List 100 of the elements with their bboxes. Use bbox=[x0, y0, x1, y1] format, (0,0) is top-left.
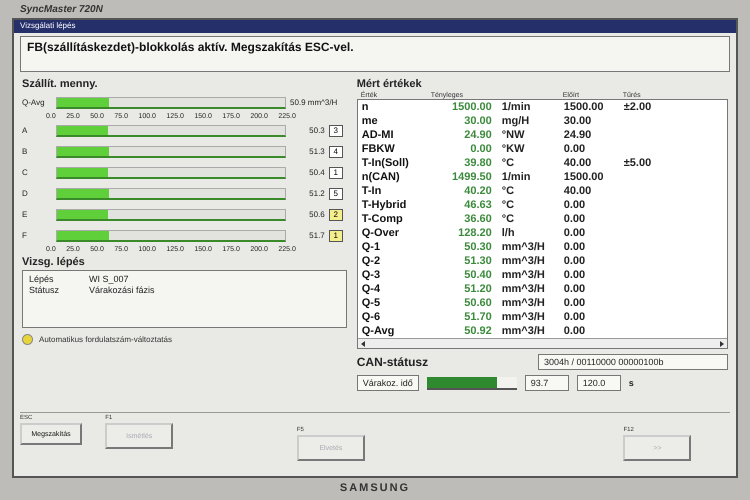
table-cell-text: 1499.50 bbox=[450, 171, 493, 183]
table-cell-text: ±2.00 bbox=[624, 101, 652, 113]
bar-reading: 51.7 bbox=[308, 231, 325, 240]
table-cell-text: 24.90 bbox=[463, 129, 493, 141]
total-field: 120.0 bbox=[576, 375, 621, 391]
bar-label: Q-Avg bbox=[22, 98, 46, 107]
bar-label: A bbox=[22, 126, 28, 135]
table-cell-text: Q-3 bbox=[362, 269, 382, 281]
elapsed-field: 93.7 bbox=[524, 375, 569, 391]
horizontal-scrollbar[interactable] bbox=[358, 338, 727, 348]
table-cell-text: 0.00 bbox=[564, 241, 586, 253]
bar-label: E bbox=[22, 210, 28, 219]
table-cell-text: mm^3/H bbox=[502, 311, 546, 323]
table-cell-text: 0.00 bbox=[469, 143, 493, 155]
table-cell-text: °C bbox=[502, 199, 516, 211]
table-cell-text: mm^3/H bbox=[502, 255, 546, 267]
table-cell-text: 30.00 bbox=[463, 115, 493, 127]
table-cell-text: FBKW bbox=[362, 143, 396, 155]
bar-label: B bbox=[22, 147, 28, 156]
table-cell-text: °C bbox=[502, 185, 516, 197]
can-status-label: CAN-státusz bbox=[356, 355, 428, 369]
rank-number: 3 bbox=[328, 124, 343, 136]
section-title: Mért értékek bbox=[356, 78, 423, 90]
section-title: Szállít. menny. bbox=[22, 78, 99, 90]
table-cell-text: 30.00 bbox=[564, 115, 592, 127]
bar-reading: 50.9 mm^3/H bbox=[290, 98, 338, 107]
table-cell-text: mm^3/H bbox=[502, 297, 546, 309]
table-cell-text: Q-Avg bbox=[362, 325, 396, 337]
scroll-left-icon[interactable] bbox=[360, 340, 366, 346]
table-cell-text: °C bbox=[502, 157, 516, 169]
table-cell-text: Q-2 bbox=[362, 255, 382, 267]
table-cell-text: 51.20 bbox=[463, 283, 493, 295]
table-cell-text: 0.00 bbox=[564, 227, 586, 239]
table-cell-text: Q-Over bbox=[362, 227, 400, 239]
table-cell-text: Q-4 bbox=[362, 283, 382, 295]
table-cell-text: 36.60 bbox=[463, 213, 493, 225]
table-cell-text: 0.00 bbox=[564, 213, 586, 225]
table-cell-text: 0.00 bbox=[564, 269, 586, 281]
table-cell-text: 0.00 bbox=[564, 325, 586, 337]
table-cell-text: mm^3/H bbox=[502, 283, 546, 295]
rank-number: 5 bbox=[328, 188, 343, 200]
table-cell-text: AD-MI bbox=[362, 129, 395, 141]
scroll-right-icon[interactable] bbox=[719, 340, 725, 346]
table-cell-text: 0.00 bbox=[564, 297, 586, 309]
table-cell-text: T-In bbox=[362, 185, 382, 197]
table-cell-text: Q-5 bbox=[362, 297, 382, 309]
table-cell-text: 24.90 bbox=[564, 129, 592, 141]
bar-label: F bbox=[22, 231, 28, 240]
table-cell-text: T-Comp bbox=[362, 213, 404, 225]
table-cell-text: 40.00 bbox=[564, 185, 592, 197]
table-cell-text: 0.00 bbox=[564, 255, 586, 267]
step-label: Státusz bbox=[29, 285, 60, 295]
unit-label: s bbox=[628, 378, 634, 388]
table-cell-text: 1500.00 bbox=[564, 101, 605, 113]
table-cell-text: 0.00 bbox=[564, 199, 586, 211]
bar-reading: 50.4 bbox=[308, 168, 325, 177]
rank-number: 1 bbox=[328, 230, 343, 242]
table-cell-text: mm^3/H bbox=[502, 241, 546, 253]
table-cell-text: 46.63 bbox=[463, 199, 493, 211]
step-label: Lépés bbox=[29, 274, 55, 284]
table-cell-text: l/h bbox=[502, 227, 516, 239]
table-cell-text: mm^3/H bbox=[502, 269, 546, 281]
table-cell-text: 50.30 bbox=[463, 241, 493, 253]
table-cell-text: 51.70 bbox=[463, 311, 493, 323]
can-status-field: 3004h / 00110000 00000100b bbox=[538, 354, 728, 370]
bar-label: C bbox=[22, 168, 29, 177]
table-cell-text: 0.00 bbox=[564, 143, 586, 155]
table-cell-text: 50.92 bbox=[463, 325, 493, 337]
bar-reading: 51.2 bbox=[308, 189, 325, 198]
monitor-brand: SAMSUNG bbox=[340, 481, 410, 496]
table-cell-text: Q-6 bbox=[362, 311, 382, 323]
monitor-model: SyncMaster 720N bbox=[19, 4, 104, 17]
wait-time-label: Várakoz. idő bbox=[356, 375, 419, 391]
table-cell-text: 50.60 bbox=[463, 297, 493, 309]
rank-number: 2 bbox=[328, 208, 343, 220]
table-cell-text: n bbox=[362, 101, 370, 113]
message-box: FB(szállításkezdet)-blokkolás aktív. Megszakítás ESC-vel. bbox=[20, 36, 730, 72]
table-cell-text: mg/H bbox=[502, 115, 530, 127]
table-cell-text: 0.00 bbox=[564, 283, 586, 295]
table-cell-text: 1/min bbox=[502, 101, 532, 113]
bar-label: D bbox=[22, 189, 29, 198]
table-cell-text: °C bbox=[502, 213, 516, 225]
table-cell-text: 128.20 bbox=[457, 227, 493, 239]
table-cell-text: °NW bbox=[502, 129, 526, 141]
table-cell-text: n(CAN) bbox=[362, 171, 401, 183]
table-cell-text: 39.80 bbox=[463, 157, 493, 169]
table-cell-text: 50.40 bbox=[463, 269, 493, 281]
bar-reading: 50.6 bbox=[308, 210, 325, 219]
table-cell-text: 1/min bbox=[502, 171, 532, 183]
table-cell-text: 1500.00 bbox=[450, 101, 493, 113]
table-cell-text: me bbox=[362, 115, 379, 127]
table-cell-text: 40.00 bbox=[564, 157, 592, 169]
section-title: Vizsg. lépés bbox=[22, 256, 86, 268]
bar-reading: 51.3 bbox=[308, 147, 325, 156]
table-cell-text: 40.20 bbox=[463, 185, 493, 197]
indicator-label: Automatikus fordulatszám-változtatás bbox=[39, 335, 172, 344]
table-cell-text: 51.30 bbox=[463, 255, 493, 267]
rank-number: 1 bbox=[328, 166, 343, 178]
table-cell-text: mm^3/H bbox=[502, 325, 546, 337]
table-cell-text: 0.00 bbox=[564, 311, 586, 323]
